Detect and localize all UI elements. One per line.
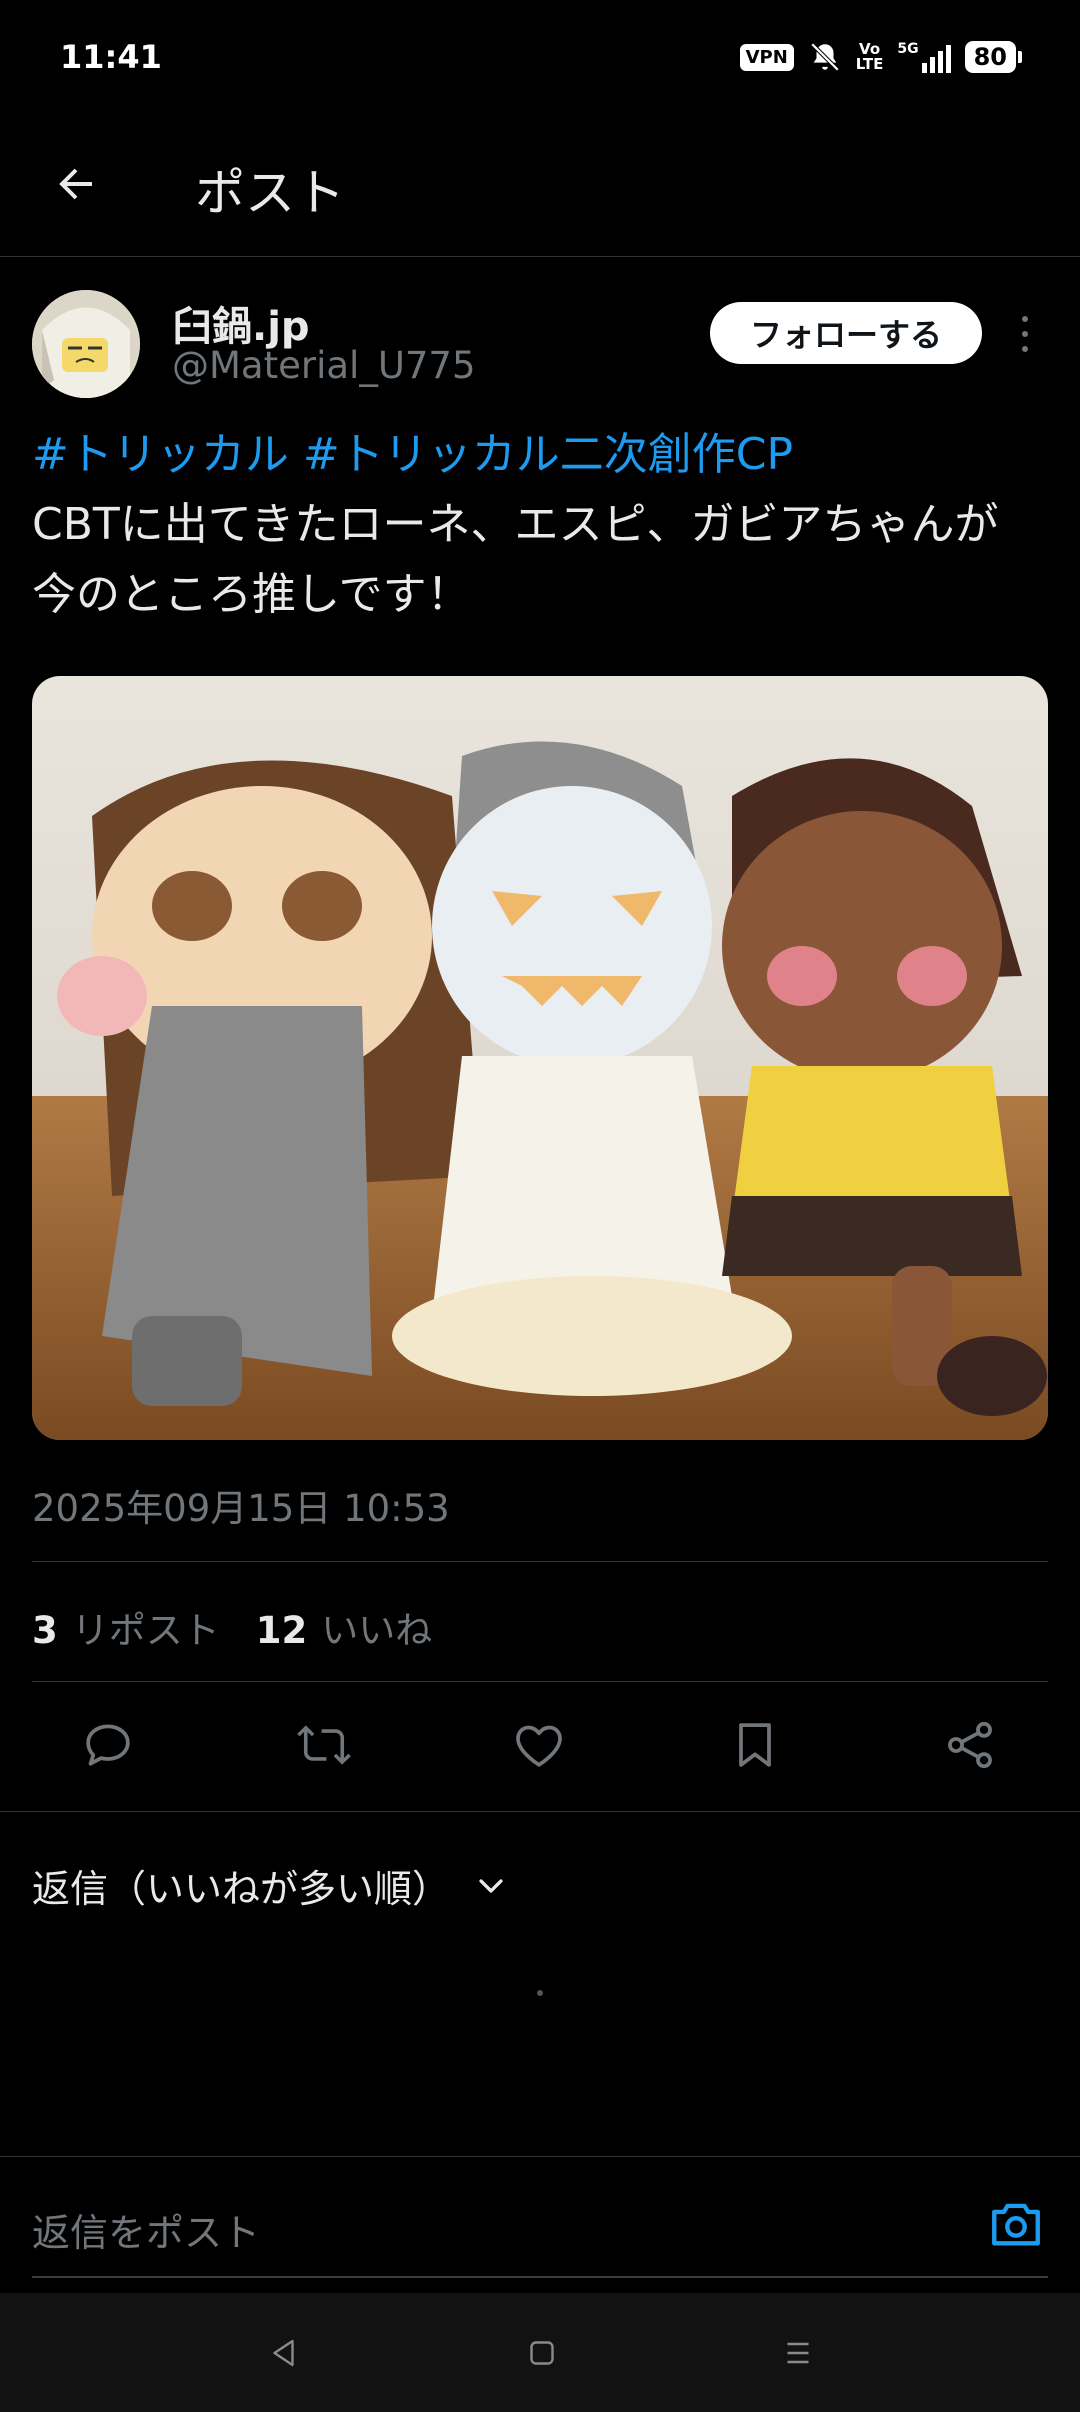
divider [32,1561,1048,1562]
chevron-down-icon [479,1878,503,1893]
post-text: #トリッカル #トリッカル二次創作CP CBTに出てきたローネ、エスピ、ガビアち… [32,420,1048,630]
loading-indicator [537,1990,543,1996]
replies-sort-label: 返信（いいねが多い順） [32,1867,451,1911]
more-options-button[interactable] [1010,312,1040,356]
nav-menu-icon [787,2342,809,2364]
back-button[interactable] [40,148,112,220]
action-bar [0,1705,1080,1785]
nav-back-icon [273,2339,294,2367]
nav-home-button[interactable] [512,2323,572,2383]
post-body-line: CBTに出てきたローネ、エスピ、ガビアちゃんが [32,499,999,550]
author-handle[interactable]: @Material_U775 [172,344,476,387]
post-body-line: 今のところ推しです！ [32,569,471,620]
like-icon [516,1725,562,1767]
nav-home-icon [530,2341,554,2365]
camera-button[interactable] [980,2188,1052,2260]
composer-divider [0,2156,1080,2157]
nav-menu-button[interactable] [768,2323,828,2383]
volte-indicator: Vo LTE [855,40,884,73]
hashtag-link[interactable]: #トリッカル [32,429,289,480]
divider [0,1811,1080,1812]
reply-icon [86,1724,130,1766]
back-arrow-icon [59,168,92,200]
post-timestamp: 2025年09月15日 10:53 [32,1487,450,1530]
kebab-icon [1022,316,1028,322]
repost-icon [297,1725,351,1765]
bookmark-icon [739,1723,771,1767]
follow-button[interactable]: フォローする [710,302,982,364]
share-button[interactable] [930,1705,1010,1785]
signal-icon: 5G [897,41,951,73]
hashtag-link[interactable]: #トリッカル二次創作CP [303,429,793,480]
status-icons: VPN Vo LTE 5G 80 [739,40,1022,74]
replies-sort-dropdown[interactable]: 返信（いいねが多い順） [32,1858,508,1913]
camera-icon [992,2203,1040,2246]
avatar[interactable] [32,290,140,398]
share-icon [948,1721,992,1769]
likes-stat[interactable]: 12 いいね [256,1600,433,1654]
reposts-stat[interactable]: 3 リポスト [32,1600,220,1654]
reply-button[interactable] [68,1705,148,1785]
engagement-stats: 3 リポスト 12 いいね [32,1600,432,1654]
mute-icon [810,42,840,72]
header-divider [0,256,1080,257]
divider [32,1681,1048,1682]
status-time: 11:41 [60,38,162,76]
battery-icon: 80 [964,41,1022,73]
repost-button[interactable] [284,1705,364,1785]
bookmark-button[interactable] [715,1705,795,1785]
system-nav-bar [0,2293,1080,2412]
reply-input[interactable]: 返信をポスト [32,2202,260,2257]
like-button[interactable] [499,1705,579,1785]
input-underline [32,2276,1048,2278]
nav-back-button[interactable] [255,2323,315,2383]
post-image[interactable] [32,676,1048,1440]
page-title: ポスト [195,164,345,222]
vpn-indicator: VPN [739,43,794,71]
